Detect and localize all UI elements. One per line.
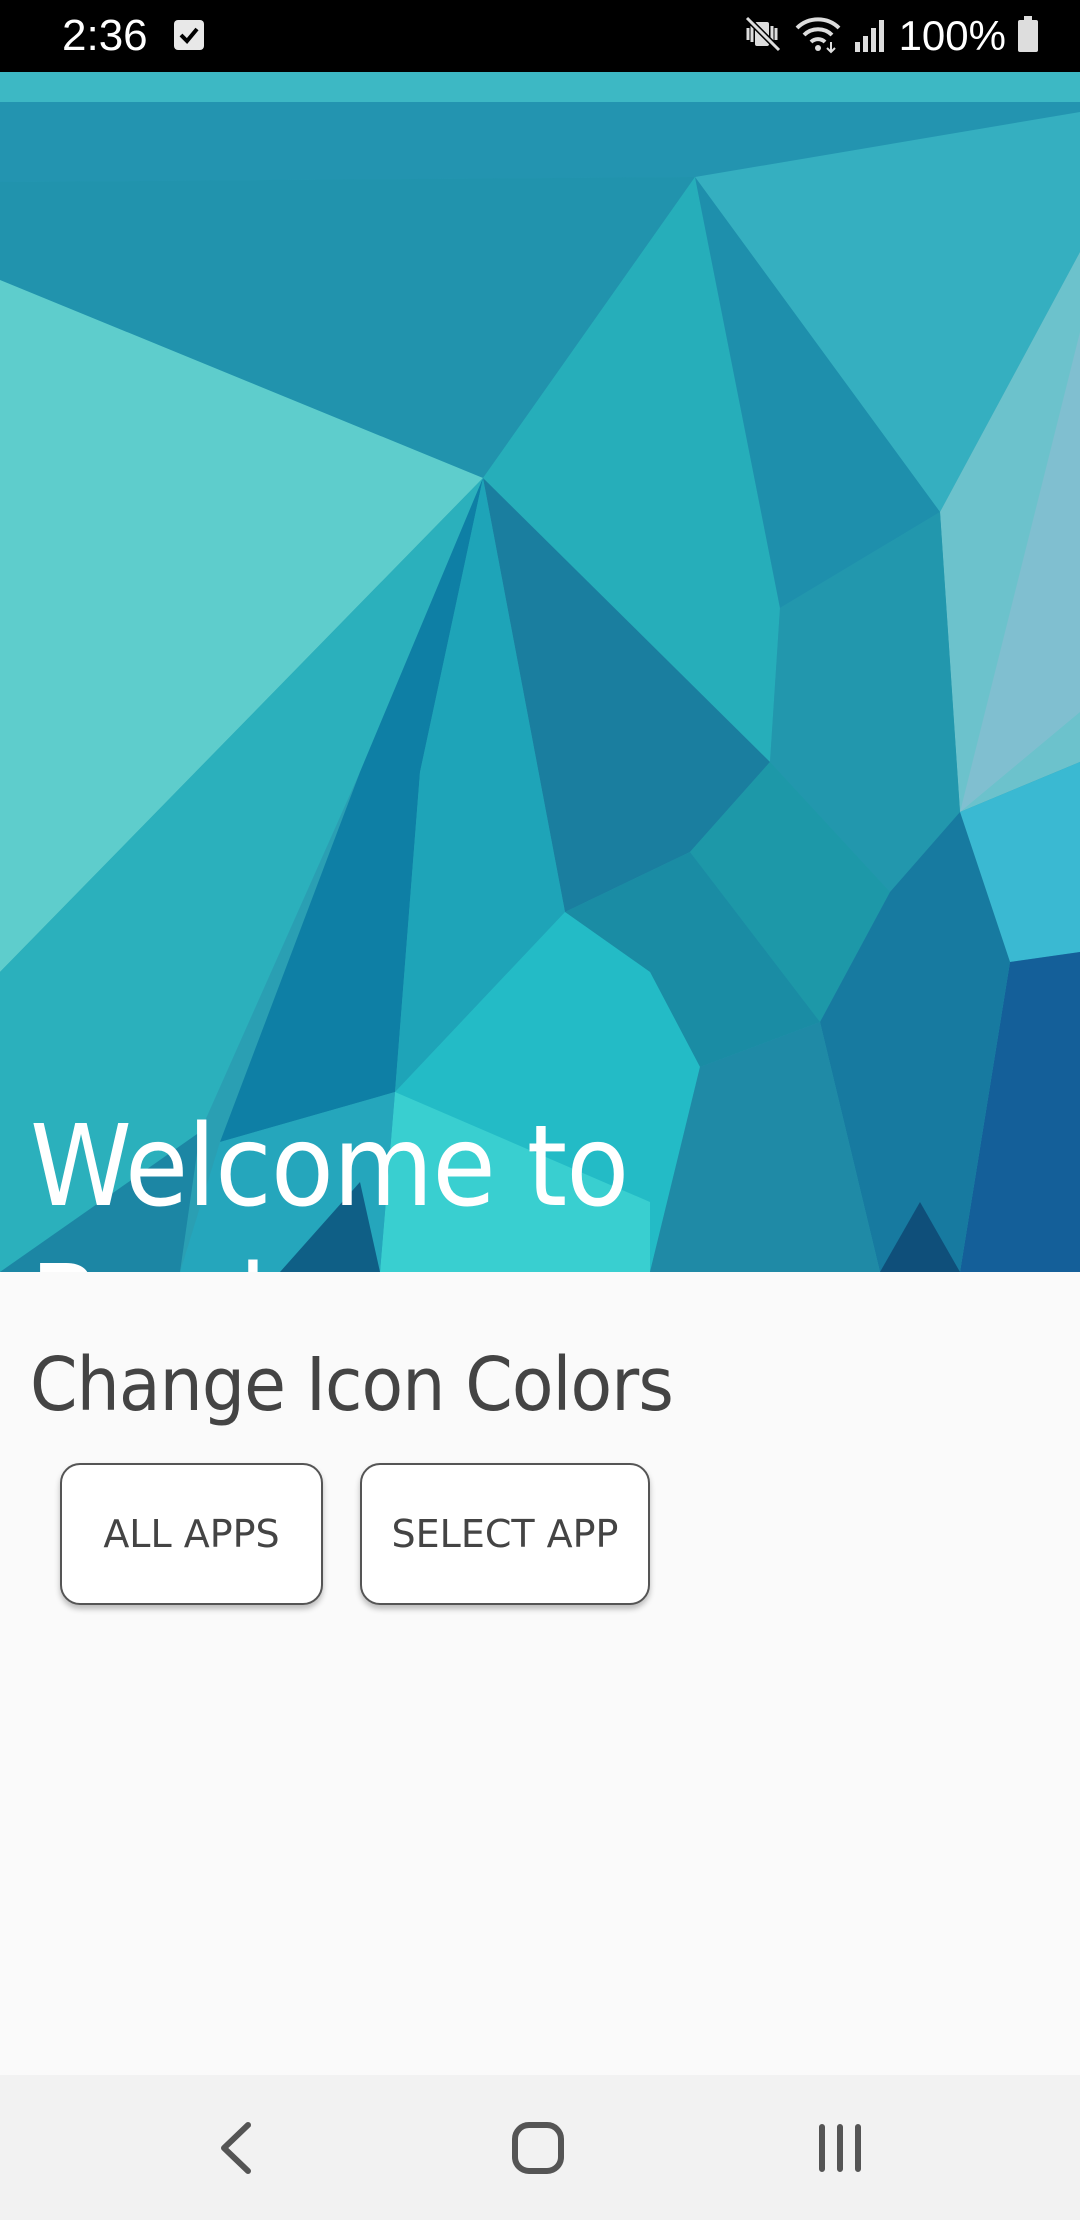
back-icon xyxy=(221,2122,251,2174)
battery-percent: 100% xyxy=(898,12,1006,59)
status-icons: 100% xyxy=(743,8,1040,64)
battery-icon xyxy=(1016,14,1040,59)
status-bar: 2:36 100% xyxy=(0,0,1080,72)
signal-icon xyxy=(853,14,889,59)
navigation-bar xyxy=(0,2075,1080,2220)
wifi-icon xyxy=(793,14,843,59)
mute-vibrate-icon xyxy=(743,14,783,59)
section-title: Change Icon Colors xyxy=(30,1342,674,1428)
polygon-background xyxy=(0,72,1080,1272)
recent-apps-button[interactable] xyxy=(760,2075,920,2220)
hero-title: Welcome to Border xyxy=(30,1102,629,1272)
home-icon xyxy=(512,2122,564,2174)
all-apps-button[interactable]: ALL APPS xyxy=(60,1463,323,1605)
hero-banner: Welcome to Border xyxy=(0,72,1080,1272)
select-app-button[interactable]: SELECT APP xyxy=(360,1463,650,1605)
recent-apps-icon xyxy=(819,2124,861,2172)
checkbox-notification-icon xyxy=(174,20,204,50)
home-button[interactable] xyxy=(458,2075,618,2220)
back-button[interactable] xyxy=(156,2075,316,2220)
status-time: 2:36 xyxy=(62,11,148,60)
